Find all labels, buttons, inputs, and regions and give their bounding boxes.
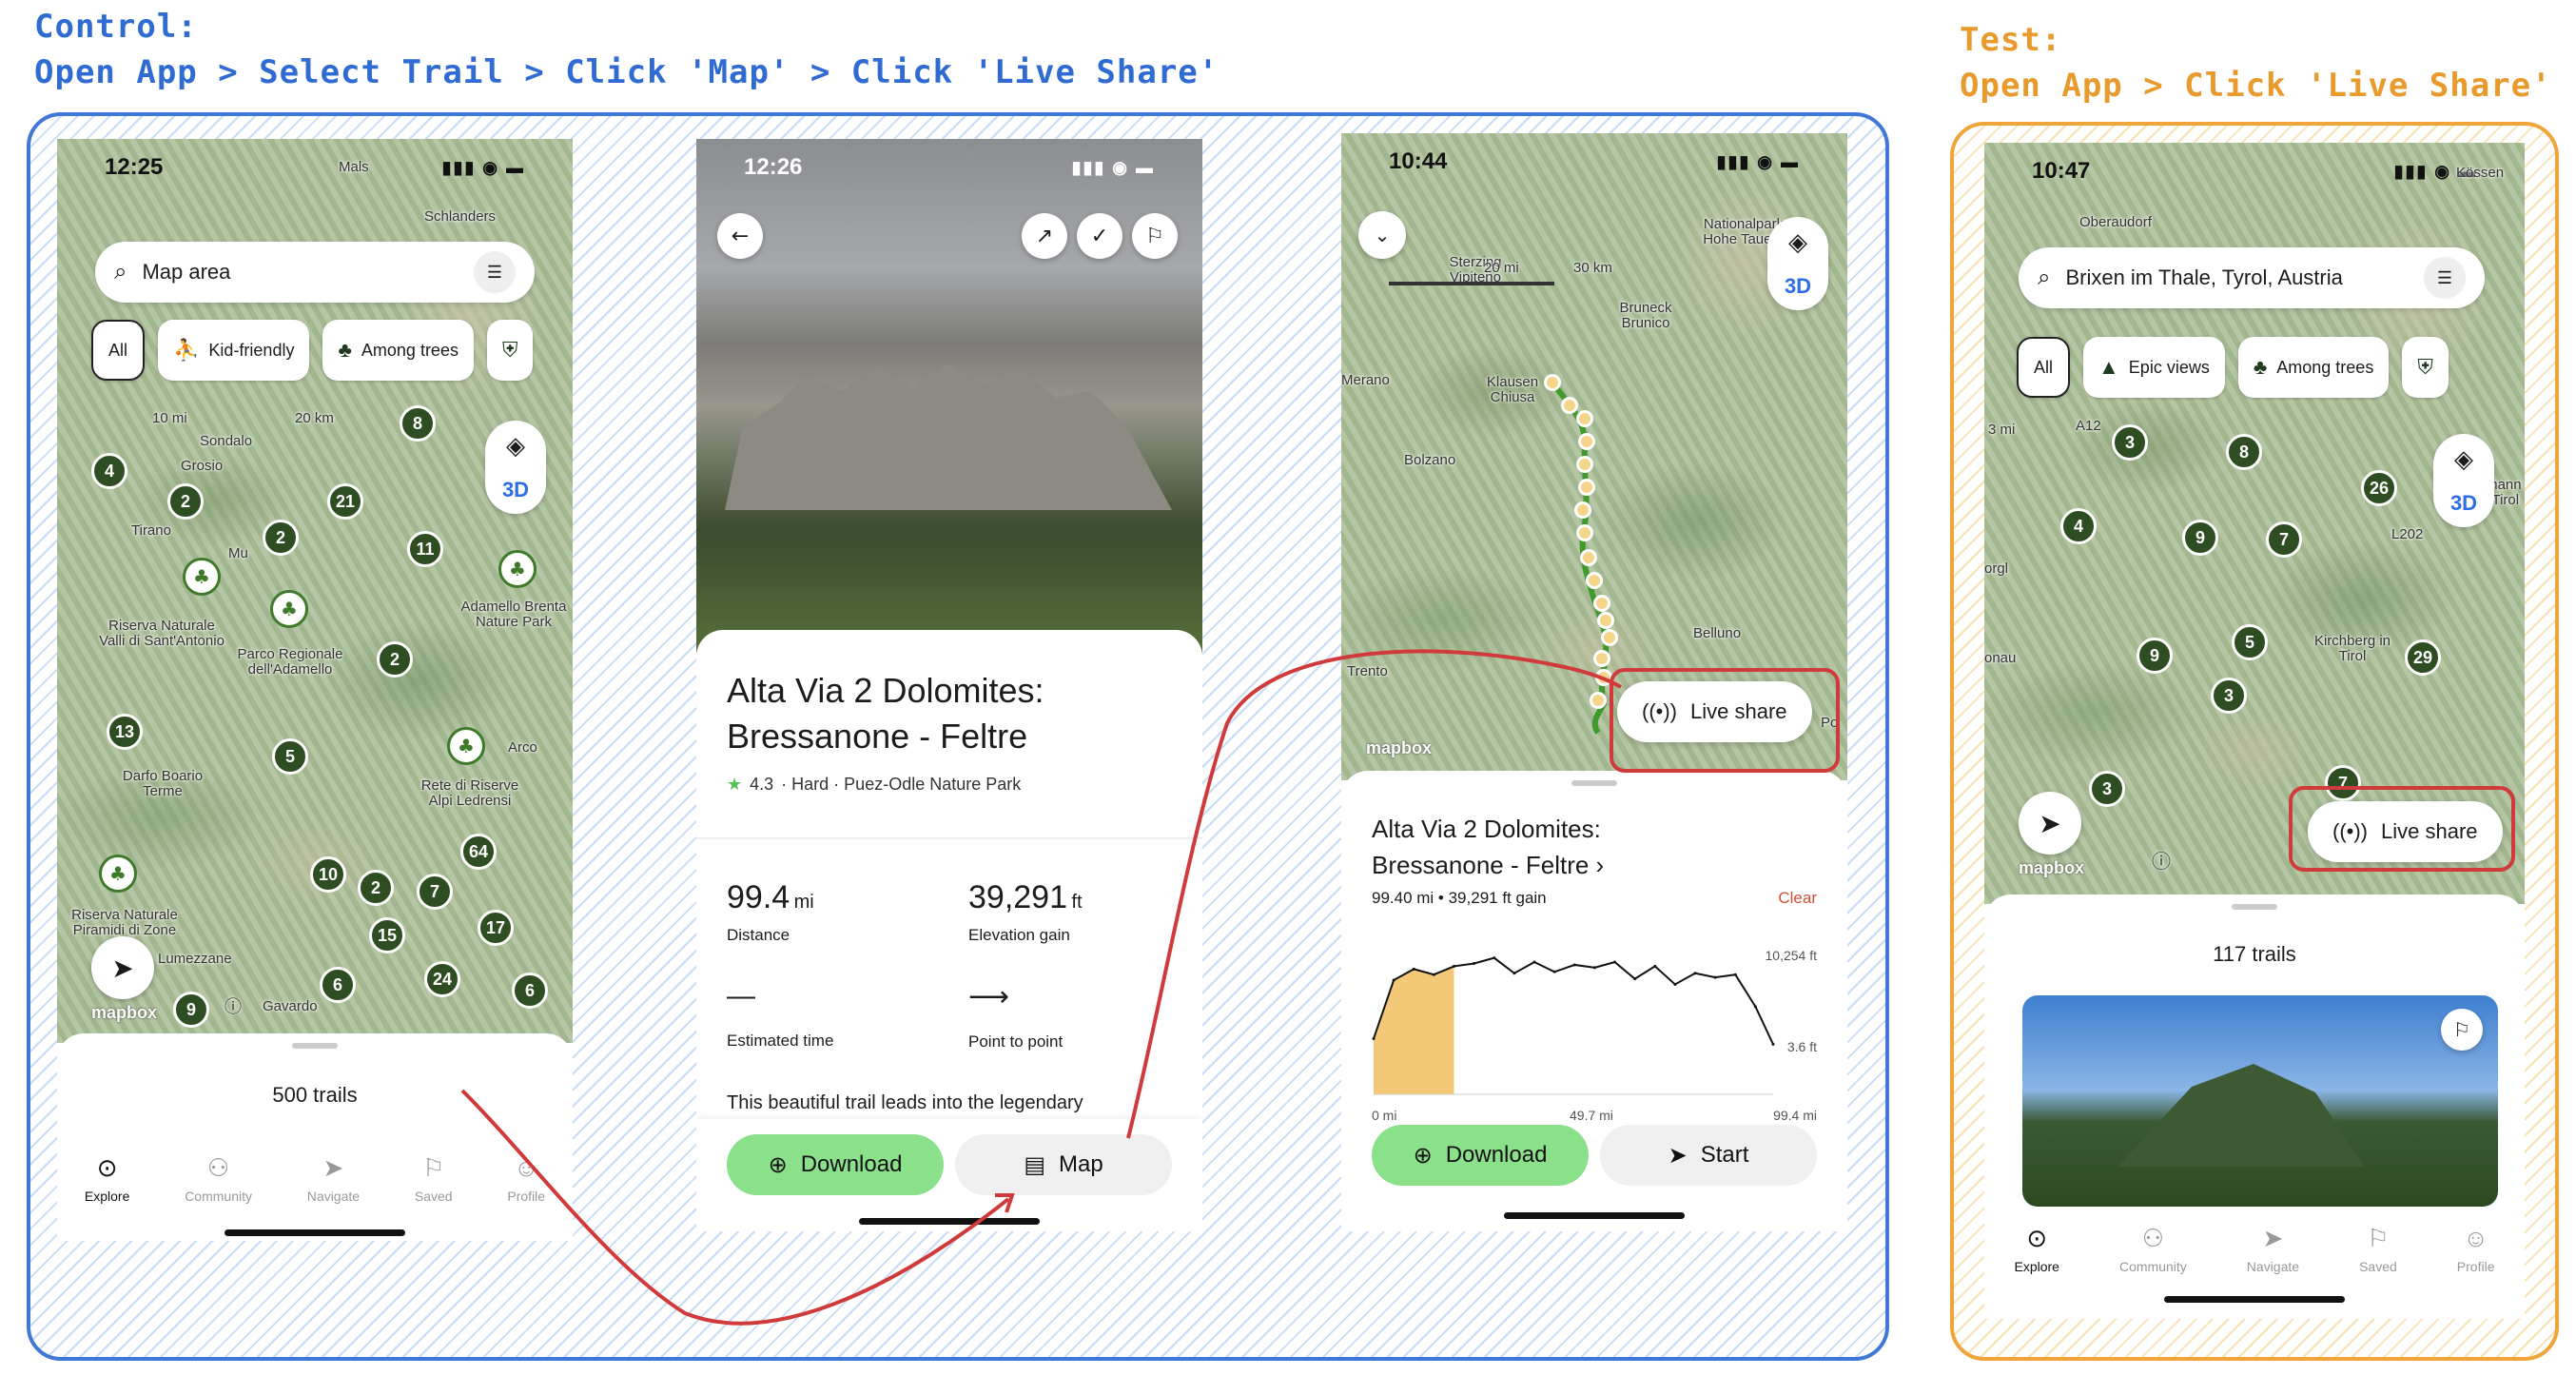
flow-arrows	[460, 649, 1622, 1326]
